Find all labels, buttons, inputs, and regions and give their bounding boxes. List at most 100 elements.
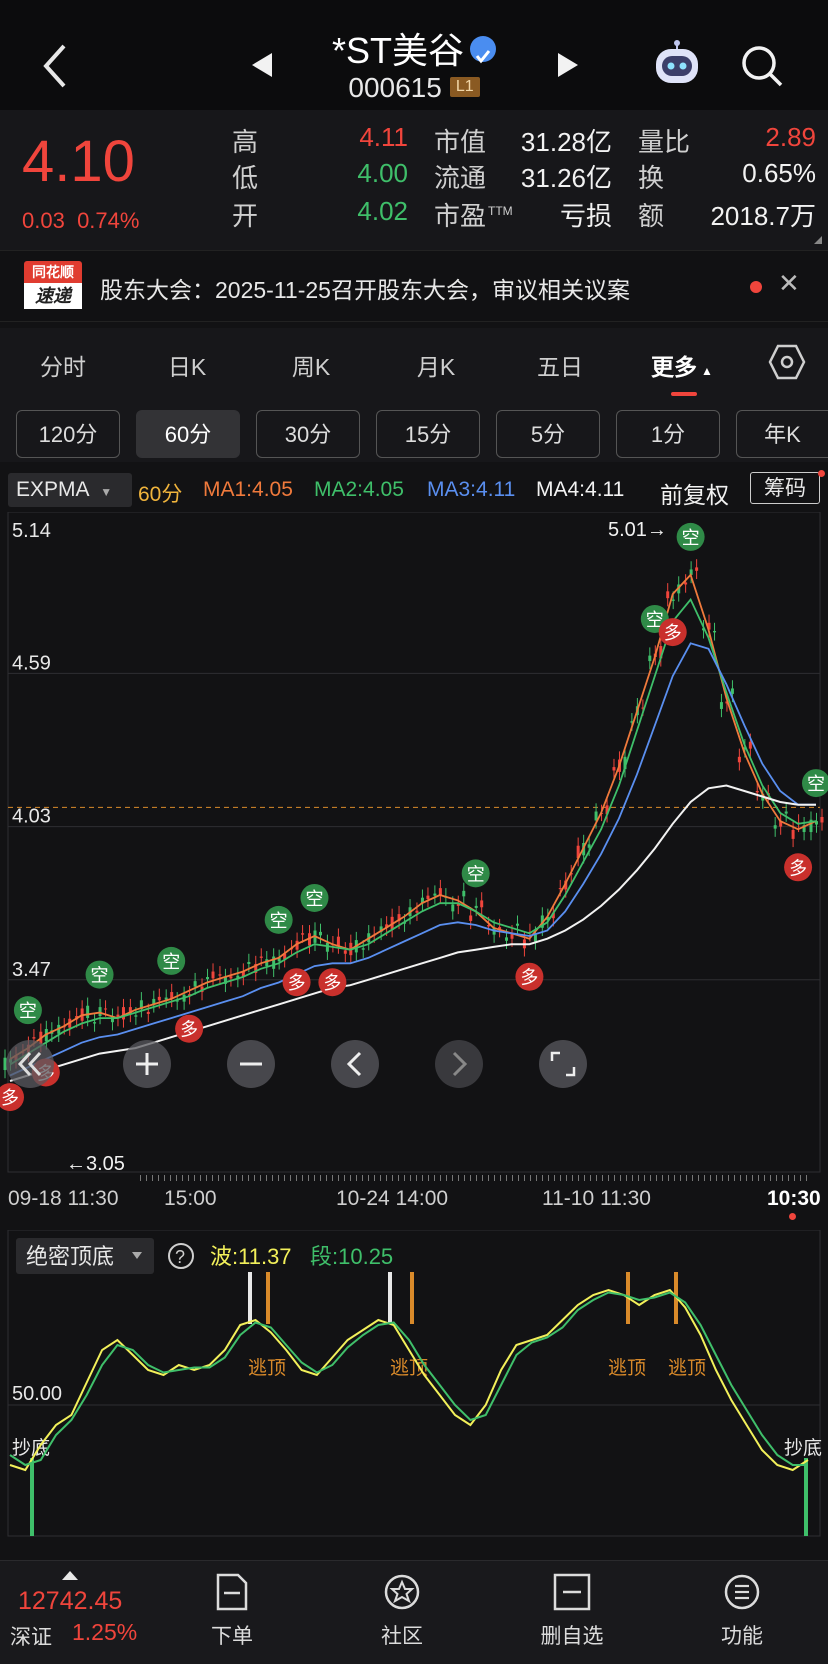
menu-circle-icon: [724, 1574, 760, 1610]
expand-corner-icon[interactable]: [814, 236, 822, 244]
zoom-out-button[interactable]: [227, 1040, 275, 1088]
period-120min[interactable]: 120分: [16, 410, 120, 458]
collapse-left-button[interactable]: [6, 1040, 54, 1088]
value-market-cap: 31.28亿: [520, 127, 612, 157]
verified-icon: [470, 36, 496, 64]
top-signal-label: 逃顶: [608, 1357, 646, 1379]
nav-functions[interactable]: 功能: [682, 1573, 802, 1650]
period-1min[interactable]: 1分: [616, 410, 720, 458]
candle-body: [558, 888, 562, 890]
pan-left-button[interactable]: [331, 1040, 379, 1088]
period-30min[interactable]: 30分: [256, 410, 360, 458]
candle-body: [648, 655, 652, 662]
sell-signal-text: 空: [91, 966, 109, 987]
candle-body: [695, 567, 699, 571]
top-signal-bar: [266, 1272, 270, 1324]
news-text[interactable]: 股东大会：2025-11-25召开股东大会，审议相关议案: [100, 271, 630, 305]
candle-body: [259, 956, 263, 958]
period-yearly-k[interactable]: 年K: [736, 410, 828, 458]
candle-body: [301, 933, 305, 935]
sub-y-tick: 50.00: [12, 1383, 62, 1405]
notice-dot: [818, 470, 825, 477]
index-value[interactable]: 12742.45: [18, 1587, 122, 1616]
sell-signal-text: 空: [270, 911, 288, 932]
period-15min[interactable]: 15分: [376, 410, 480, 458]
candle-body: [121, 1007, 125, 1020]
fullscreen-button[interactable]: [539, 1040, 587, 1088]
candle-body: [755, 791, 759, 793]
candle-body: [719, 702, 723, 709]
pan-right-button[interactable]: [435, 1040, 483, 1088]
ma-line-2: [9, 597, 817, 1066]
buy-signal-text: 多: [180, 1020, 198, 1041]
sub-indicator-chart[interactable]: 绝密顶底 ? 波:11.37 段:10.25 50.00 逃顶 逃顶 逃顶 逃顶抄底抄…: [0, 1230, 828, 1540]
tab-intraday[interactable]: 分时: [18, 348, 108, 382]
adjust-mode[interactable]: 前复权: [660, 476, 729, 510]
bottom-signal-label: 抄底: [784, 1437, 822, 1459]
sub-indicator-select[interactable]: 绝密顶底: [16, 1238, 154, 1274]
label-volume-ratio: 量比: [638, 127, 691, 157]
news-logo: 同花顺 速递: [24, 261, 82, 311]
search-icon[interactable]: [740, 44, 784, 88]
y-tick-label: 5.14: [12, 520, 51, 542]
signals: 空空空空空空空空空多多多多多多多多: [0, 522, 828, 1112]
nav-community[interactable]: 社区: [342, 1573, 462, 1650]
candle-body: [612, 767, 616, 771]
zoom-in-button[interactable]: [123, 1040, 171, 1088]
candle-body: [426, 895, 430, 900]
prev-stock-icon[interactable]: [250, 52, 274, 78]
header: *ST美谷 000615 L1: [0, 0, 828, 110]
candle-body: [229, 976, 233, 979]
value-amount: 2018.7万: [710, 201, 816, 231]
chart-grid: [8, 672, 820, 981]
next-stock-icon[interactable]: [556, 52, 580, 78]
candle-body: [104, 1008, 108, 1010]
close-icon[interactable]: ✕: [778, 268, 800, 299]
index-expand-icon[interactable]: [62, 1571, 78, 1580]
sub-signals: 逃顶 逃顶 逃顶 逃顶抄底 抄底: [12, 1272, 822, 1536]
candle-body: [462, 890, 466, 897]
tab-weekly-k[interactable]: 周K: [266, 348, 356, 382]
value-high: 4.11: [359, 122, 408, 152]
ma-line-1: [9, 573, 817, 1060]
tab-more[interactable]: 更多 ▲: [632, 348, 732, 382]
news-banner[interactable]: 同花顺 速递 股东大会：2025-11-25召开股东大会，审议相关议案 ✕: [0, 250, 828, 322]
ma3-value: MA3:4.11: [427, 478, 516, 501]
tab-monthly-k[interactable]: 月K: [391, 348, 481, 382]
period-selector: 120分 60分 30分 15分 5分 1分 年K: [0, 398, 828, 462]
value-float-cap: 31.26亿: [520, 163, 612, 193]
value-pe: 亏损: [559, 201, 612, 231]
tab-five-day[interactable]: 五日: [515, 348, 605, 382]
candle-body: [343, 950, 347, 954]
nav-functions-label: 功能: [721, 1625, 763, 1648]
change-abs: 0.03: [22, 208, 65, 233]
x-tick-3: 10-24 14:00: [336, 1187, 449, 1210]
bottom-signal-bar: [804, 1458, 808, 1536]
label-market-cap: 市值: [434, 127, 487, 157]
candle-body: [93, 1022, 97, 1024]
top-signal-bar: [248, 1272, 252, 1324]
nav-remove-watchlist[interactable]: 删自选: [512, 1573, 632, 1650]
period-5min[interactable]: 5分: [496, 410, 600, 458]
candle-body: [206, 977, 210, 980]
caret-up-icon: ▲: [701, 364, 713, 378]
sell-signal-text: 空: [467, 864, 485, 885]
buy-signal-text: 多: [1, 1088, 19, 1109]
candle-body: [516, 923, 520, 926]
indicator-select[interactable]: EXPMA ▼: [8, 473, 132, 507]
indicator-period: 60分: [138, 483, 183, 506]
kline-chart[interactable]: 空空空空空空空空空多多多多多多多多 5.144.594.033.47 5.01→…: [0, 512, 828, 1175]
remove-box-icon: [553, 1573, 591, 1611]
help-icon[interactable]: ?: [168, 1243, 194, 1269]
candle-body: [433, 893, 437, 896]
candle-body: [480, 900, 484, 908]
candle-body: [218, 974, 222, 976]
settings-hexagon-icon[interactable]: [768, 344, 806, 380]
nav-order[interactable]: 下单: [172, 1573, 292, 1650]
sell-signal-text: 空: [19, 1001, 37, 1022]
ma4-value: MA4:4.11: [536, 478, 625, 501]
tab-daily-k[interactable]: 日K: [142, 348, 232, 382]
chip-distribution-button[interactable]: 筹码: [750, 472, 820, 504]
robot-assistant-icon[interactable]: [652, 40, 702, 88]
period-60min[interactable]: 60分: [136, 410, 240, 458]
